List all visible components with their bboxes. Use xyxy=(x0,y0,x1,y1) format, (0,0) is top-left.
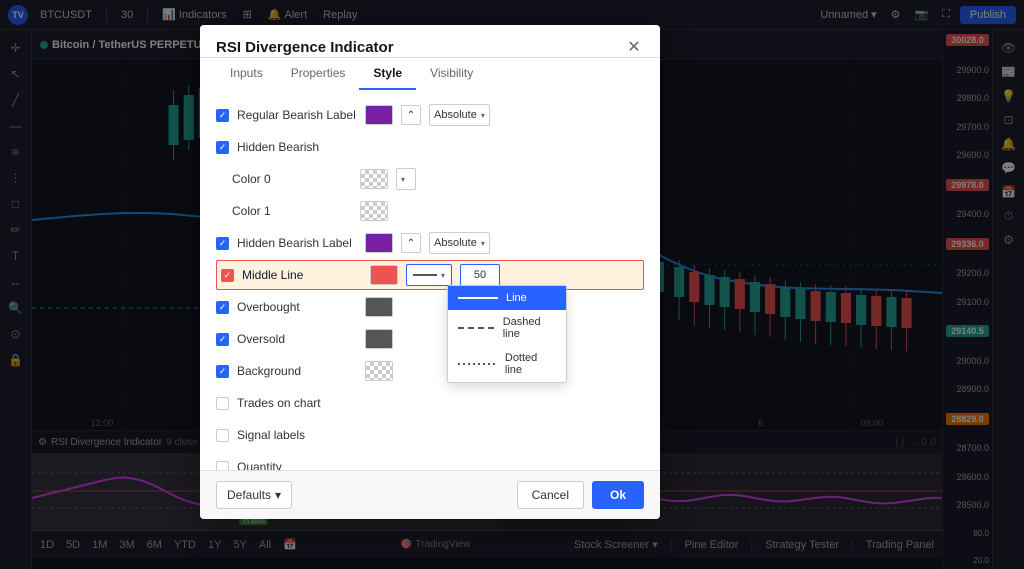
color-0-swatch[interactable] xyxy=(360,169,388,189)
dialog-footer: Defaults ▾ Cancel Ok xyxy=(200,470,660,519)
cb-regular-bearish[interactable] xyxy=(216,109,229,122)
label-signal-labels: Signal labels xyxy=(237,428,357,442)
cb-background[interactable] xyxy=(216,365,229,378)
dialog-header: RSI Divergence Indicator ✕ xyxy=(200,25,660,58)
line-option-dotted[interactable]: Dotted line xyxy=(448,346,566,382)
label-quantity: Quantity xyxy=(237,460,357,470)
cb-signal-labels[interactable] xyxy=(216,429,229,442)
rsi-dialog: RSI Divergence Indicator ✕ Inputs Proper… xyxy=(200,25,660,519)
line-dashed-preview xyxy=(458,327,495,329)
dialog-title: RSI Divergence Indicator xyxy=(216,39,394,56)
cb-trades-on-chart[interactable] xyxy=(216,397,229,410)
tab-visibility[interactable]: Visibility xyxy=(416,58,487,90)
cb-oversold[interactable] xyxy=(216,333,229,346)
cb-quantity[interactable] xyxy=(216,461,229,471)
chevron-down-icon: ▾ xyxy=(401,175,405,184)
row-regular-bearish-label: Regular Bearish Label ⌃ Absolute ▾ xyxy=(216,100,644,130)
row-signal-labels: Signal labels xyxy=(216,420,644,450)
label-hidden-bearish-label: Hidden Bearish Label xyxy=(237,236,357,250)
dialog-close-button[interactable]: ✕ xyxy=(624,37,644,57)
line-value-input[interactable]: 50 xyxy=(460,264,500,286)
color-background[interactable] xyxy=(365,361,393,381)
chevron-down-icon: ▾ xyxy=(441,271,445,280)
cancel-button[interactable]: Cancel xyxy=(517,481,584,509)
row-background: Background xyxy=(216,356,644,386)
color-regular-bearish[interactable] xyxy=(365,105,393,125)
label-color-1: Color 1 xyxy=(232,204,352,218)
row-trades-on-chart: Trades on chart xyxy=(216,388,644,418)
line-dotted-preview xyxy=(458,363,497,365)
tab-style[interactable]: Style xyxy=(359,58,416,90)
color-oversold[interactable] xyxy=(365,329,393,349)
chevron-color-0[interactable]: ▾ xyxy=(396,168,416,190)
line-style-button[interactable]: ▾ xyxy=(406,264,452,286)
tab-properties[interactable]: Properties xyxy=(277,58,360,90)
row-overbought: Overbought xyxy=(216,292,644,322)
row-hidden-bearish-label: Hidden Bearish Label ⌃ Absolute ▾ xyxy=(216,228,644,258)
line-solid-preview xyxy=(458,297,498,299)
cb-hidden-bearish[interactable] xyxy=(216,141,229,154)
row-hidden-bearish: Hidden Bearish xyxy=(216,132,644,162)
row-middle-line: Middle Line ▾ 50 Line Dashed line xyxy=(216,260,644,290)
color-middle-line[interactable] xyxy=(370,265,398,285)
label-background: Background xyxy=(237,364,357,378)
ok-button[interactable]: Ok xyxy=(592,481,644,509)
dropdown-hidden-bearish-label[interactable]: Absolute ▾ xyxy=(429,232,490,254)
line-preview xyxy=(413,274,437,276)
line-option-dashed[interactable]: Dashed line xyxy=(448,310,566,346)
row-oversold: Oversold xyxy=(216,324,644,354)
line-option-solid[interactable]: Line xyxy=(448,286,566,310)
label-oversold: Oversold xyxy=(237,332,357,346)
icon-regular-bearish[interactable]: ⌃ xyxy=(401,105,421,125)
color-hidden-bearish-label[interactable] xyxy=(365,233,393,253)
row-quantity: Quantity xyxy=(216,452,644,470)
color-1-swatch[interactable] xyxy=(360,201,388,221)
row-color-1: Color 1 xyxy=(216,196,644,226)
defaults-button[interactable]: Defaults ▾ xyxy=(216,481,292,509)
line-style-dropdown: Line Dashed line Dotted line xyxy=(447,285,567,383)
footer-right-buttons: Cancel Ok xyxy=(517,481,644,509)
label-middle-line: Middle Line xyxy=(242,268,362,282)
chevron-down-icon: ▾ xyxy=(481,111,485,120)
cb-overbought[interactable] xyxy=(216,301,229,314)
dropdown-regular-bearish[interactable]: Absolute ▾ xyxy=(429,104,490,126)
icon-hidden-bearish-label[interactable]: ⌃ xyxy=(401,233,421,253)
cb-hidden-bearish-label[interactable] xyxy=(216,237,229,250)
chevron-down-icon: ▾ xyxy=(481,239,485,248)
label-trades-on-chart: Trades on chart xyxy=(237,396,357,410)
color-overbought[interactable] xyxy=(365,297,393,317)
cb-middle-line[interactable] xyxy=(221,269,234,282)
chevron-down-icon: ▾ xyxy=(275,488,281,502)
dialog-body: Regular Bearish Label ⌃ Absolute ▾ Hidde… xyxy=(200,90,660,470)
tab-inputs[interactable]: Inputs xyxy=(216,58,277,90)
row-color-0: Color 0 ▾ xyxy=(216,164,644,194)
label-regular-bearish: Regular Bearish Label xyxy=(237,108,357,122)
label-color-0: Color 0 xyxy=(232,172,352,186)
dialog-tabs: Inputs Properties Style Visibility xyxy=(200,58,660,90)
label-overbought: Overbought xyxy=(237,300,357,314)
label-hidden-bearish: Hidden Bearish xyxy=(237,140,357,154)
